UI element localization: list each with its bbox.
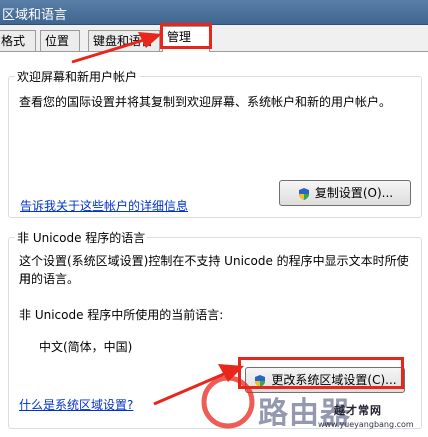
window-title: 区域和语言 bbox=[2, 8, 68, 23]
window-titlebar: 区域和语言 bbox=[0, 0, 428, 25]
copy-settings-label: 复制设置(O)... bbox=[314, 186, 394, 200]
current-language-label: 非 Unicode 程序中所使用的当前语言: bbox=[19, 308, 224, 322]
what-is-system-locale-link[interactable]: 什么是系统区域设置? bbox=[19, 396, 133, 413]
uac-shield-icon bbox=[298, 187, 309, 200]
watermark-logo-icon bbox=[201, 375, 255, 429]
watermark-brand: 越才常网 bbox=[334, 404, 382, 417]
copy-settings-button[interactable]: 复制设置(O)... bbox=[279, 180, 411, 206]
current-language-value: 中文(简体，中国) bbox=[39, 340, 133, 354]
arrow-to-tab-icon bbox=[71, 32, 162, 64]
welcome-group-title: 欢迎屏幕和新用户帐户 bbox=[15, 68, 140, 85]
accounts-info-link[interactable]: 告诉我关于这些帐户的详细信息 bbox=[20, 197, 188, 214]
button-highlight-box bbox=[238, 357, 404, 389]
tab-formats[interactable]: 格式 bbox=[0, 30, 36, 51]
welcome-description: 查看您的国际设置并将其复制到欢迎屏幕、系统帐户和新的用户帐户。 bbox=[19, 95, 392, 109]
watermark-url: www.yueyangbang.com bbox=[318, 420, 414, 429]
non-unicode-group-title: 非 Unicode 程序的语言 bbox=[15, 229, 148, 246]
tab-strip: 格式 位置 键盘和语言 管理 bbox=[0, 24, 428, 52]
tab-highlight-box bbox=[160, 23, 212, 49]
non-unicode-description-2: 用的语言。 bbox=[19, 272, 80, 286]
